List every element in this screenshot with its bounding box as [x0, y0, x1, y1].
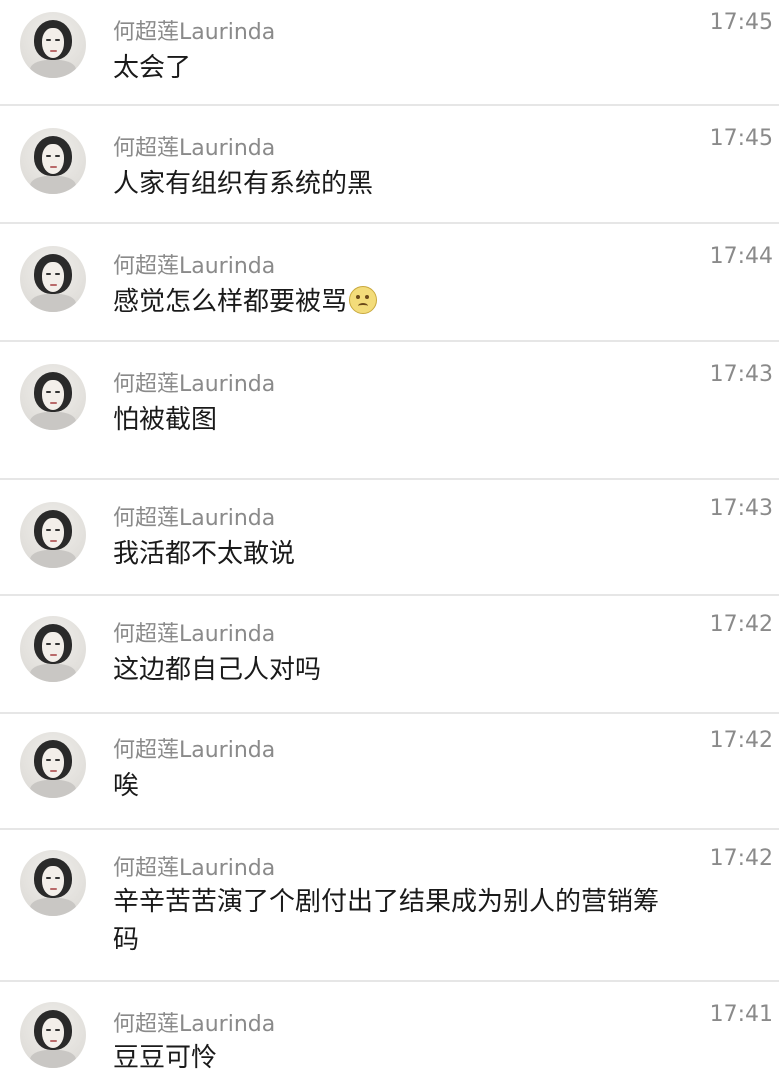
sender-name: 何超莲Laurinda	[113, 1012, 276, 1037]
message-time: 17:42	[709, 846, 773, 871]
sender-name: 何超莲Laurinda	[113, 372, 276, 397]
sender-name: 何超莲Laurinda	[113, 738, 276, 763]
message-time: 17:45	[709, 10, 773, 35]
message-time: 17:44	[709, 244, 773, 269]
user-avatar[interactable]	[20, 616, 86, 682]
message-time: 17:41	[709, 1002, 773, 1027]
message-text: 怕被截图	[113, 405, 218, 435]
list-item[interactable]: 何超莲Laurinda 17:44 感觉怎么样都要被骂	[0, 224, 779, 340]
message-time: 17:43	[709, 496, 773, 521]
user-avatar[interactable]	[20, 128, 86, 194]
message-time: 17:43	[709, 362, 773, 387]
user-avatar[interactable]	[20, 246, 86, 312]
message-time: 17:42	[709, 728, 773, 753]
list-item[interactable]: 何超莲Laurinda 17:42 唉	[0, 714, 779, 828]
list-item[interactable]: 何超莲Laurinda 17:45 人家有组织有系统的黑	[0, 106, 779, 222]
message-text: 辛辛苦苦演了个剧付出了结果成为别人的营销筹码	[113, 887, 660, 955]
list-item[interactable]: 何超莲Laurinda 17:43 我活都不太敢说	[0, 480, 779, 594]
user-avatar[interactable]	[20, 502, 86, 568]
user-avatar[interactable]	[20, 850, 86, 916]
list-item[interactable]: 何超莲Laurinda 17:43 怕被截图	[0, 342, 779, 478]
message-list: 何超莲Laurinda 17:45 太会了 何超莲Laurinda 17:45 …	[0, 0, 779, 1080]
sender-name: 何超莲Laurinda	[113, 622, 276, 647]
list-item[interactable]: 何超莲Laurinda 17:42 辛辛苦苦演了个剧付出了结果成为别人的营销筹码	[0, 830, 779, 980]
message-text: 感觉怎么样都要被骂	[113, 283, 713, 321]
message-text: 豆豆可怜	[113, 1043, 218, 1073]
message-text: 这边都自己人对吗	[113, 655, 322, 685]
user-avatar[interactable]	[20, 732, 86, 798]
message-text: 我活都不太敢说	[113, 539, 296, 569]
sender-name: 何超莲Laurinda	[113, 856, 276, 881]
message-text-content: 感觉怎么样都要被骂	[113, 287, 348, 317]
sender-name: 何超莲Laurinda	[113, 136, 276, 161]
user-avatar[interactable]	[20, 12, 86, 78]
message-time: 17:42	[709, 612, 773, 637]
user-avatar[interactable]	[20, 364, 86, 430]
message-text: 太会了	[113, 53, 192, 83]
sender-name: 何超莲Laurinda	[113, 506, 276, 531]
sad-face-emoji-icon	[349, 286, 378, 314]
list-item[interactable]: 何超莲Laurinda 17:45 太会了	[0, 0, 779, 104]
list-item[interactable]: 何超莲Laurinda 17:41 豆豆可怜	[0, 982, 779, 1080]
list-item[interactable]: 何超莲Laurinda 17:42 这边都自己人对吗	[0, 596, 779, 712]
message-text: 人家有组织有系统的黑	[113, 169, 374, 199]
message-text: 唉	[113, 771, 140, 801]
message-time: 17:45	[709, 126, 773, 151]
sender-name: 何超莲Laurinda	[113, 254, 276, 279]
sender-name: 何超莲Laurinda	[113, 20, 276, 45]
user-avatar[interactable]	[20, 1002, 86, 1068]
